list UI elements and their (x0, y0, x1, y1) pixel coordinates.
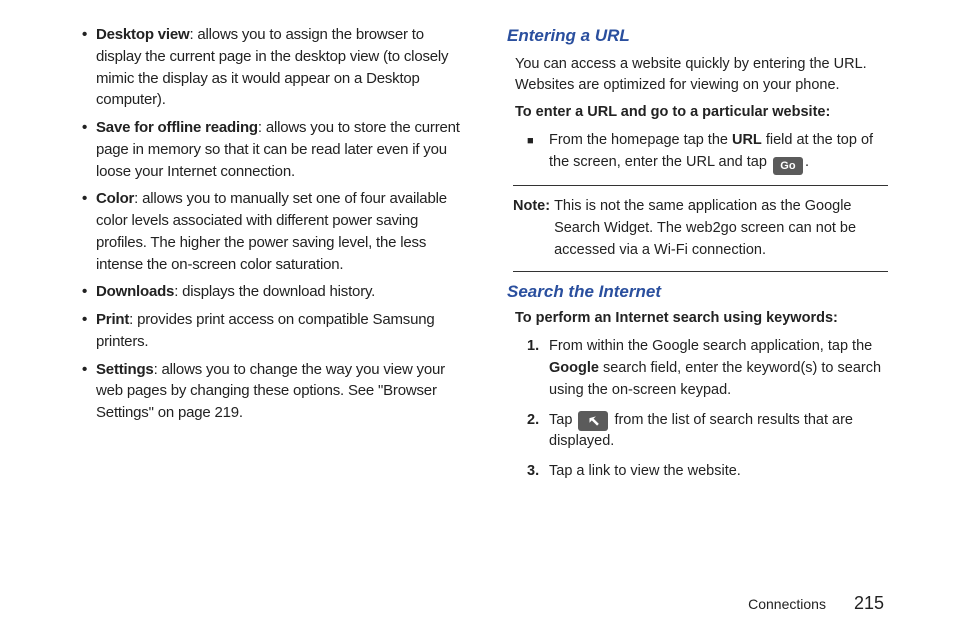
step-number: 1. (527, 336, 549, 401)
feature-term: Desktop view (96, 26, 189, 43)
url-step-text: From the homepage tap the URL field at t… (549, 130, 888, 175)
step-text: Tap a link to view the website. (549, 461, 888, 483)
feature-item: Settings: allows you to change the way y… (80, 359, 467, 424)
note-label: Note: (513, 196, 554, 261)
heading-entering-url: Entering a URL (507, 26, 894, 46)
text-fragment: From the homepage tap the (549, 132, 732, 148)
url-step: ■ From the homepage tap the URL field at… (527, 130, 888, 175)
url-intro: You can access a website quickly by ente… (515, 54, 888, 96)
feature-item: Print: provides print access on compatib… (80, 309, 467, 353)
step-text: Tap from the list of search results that… (549, 410, 888, 454)
divider (513, 185, 888, 186)
step-number: 2. (527, 410, 549, 454)
page-footer: Connections 215 (748, 593, 884, 614)
feature-term: Downloads (96, 283, 174, 300)
feature-item: Save for offline reading: allows you to … (80, 117, 467, 182)
feature-item: Color: allows you to manually set one of… (80, 188, 467, 275)
note-text: This is not the same application as the … (554, 196, 888, 261)
feature-desc: : provides print access on compatible Sa… (96, 311, 435, 350)
search-step: 1.From within the Google search applicat… (527, 336, 888, 401)
heading-search-internet: Search the Internet (507, 282, 894, 302)
feature-term: Color (96, 190, 134, 207)
bold-term: Google (549, 360, 599, 376)
search-step: 3.Tap a link to view the website. (527, 461, 888, 483)
feature-term: Settings (96, 361, 154, 378)
step-text: From within the Google search applicatio… (549, 336, 888, 401)
search-step: 2.Tap from the list of search results th… (527, 410, 888, 454)
text-fragment: Tap a link to view the website. (549, 463, 741, 479)
bold-url: URL (732, 132, 762, 148)
divider (513, 271, 888, 272)
step-number: 3. (527, 461, 549, 483)
text-fragment: search field, enter the keyword(s) to se… (549, 360, 881, 398)
text-fragment: From within the Google search applicatio… (549, 338, 872, 354)
feature-desc: : displays the download history. (174, 283, 375, 300)
url-subhead: To enter a URL and go to a particular we… (515, 104, 888, 120)
feature-term: Save for offline reading (96, 119, 258, 136)
square-bullet: ■ (527, 130, 549, 175)
feature-item: Desktop view: allows you to assign the b… (80, 24, 467, 111)
note: Note: This is not the same application a… (513, 196, 888, 261)
footer-section: Connections (748, 596, 826, 612)
feature-list: Desktop view: allows you to assign the b… (80, 24, 467, 424)
footer-page-number: 215 (854, 593, 884, 614)
left-column: Desktop view: allows you to assign the b… (60, 24, 467, 491)
arrow-icon (578, 411, 608, 431)
feature-term: Print (96, 311, 129, 328)
search-steps: 1.From within the Google search applicat… (507, 336, 894, 483)
go-icon: Go (773, 157, 803, 175)
text-fragment: Tap (549, 412, 576, 428)
text-fragment: . (805, 154, 809, 170)
right-column: Entering a URL You can access a website … (507, 24, 894, 491)
feature-item: Downloads: displays the download history… (80, 281, 467, 303)
search-subhead: To perform an Internet search using keyw… (515, 310, 888, 326)
feature-desc: : allows you to manually set one of four… (96, 190, 447, 272)
